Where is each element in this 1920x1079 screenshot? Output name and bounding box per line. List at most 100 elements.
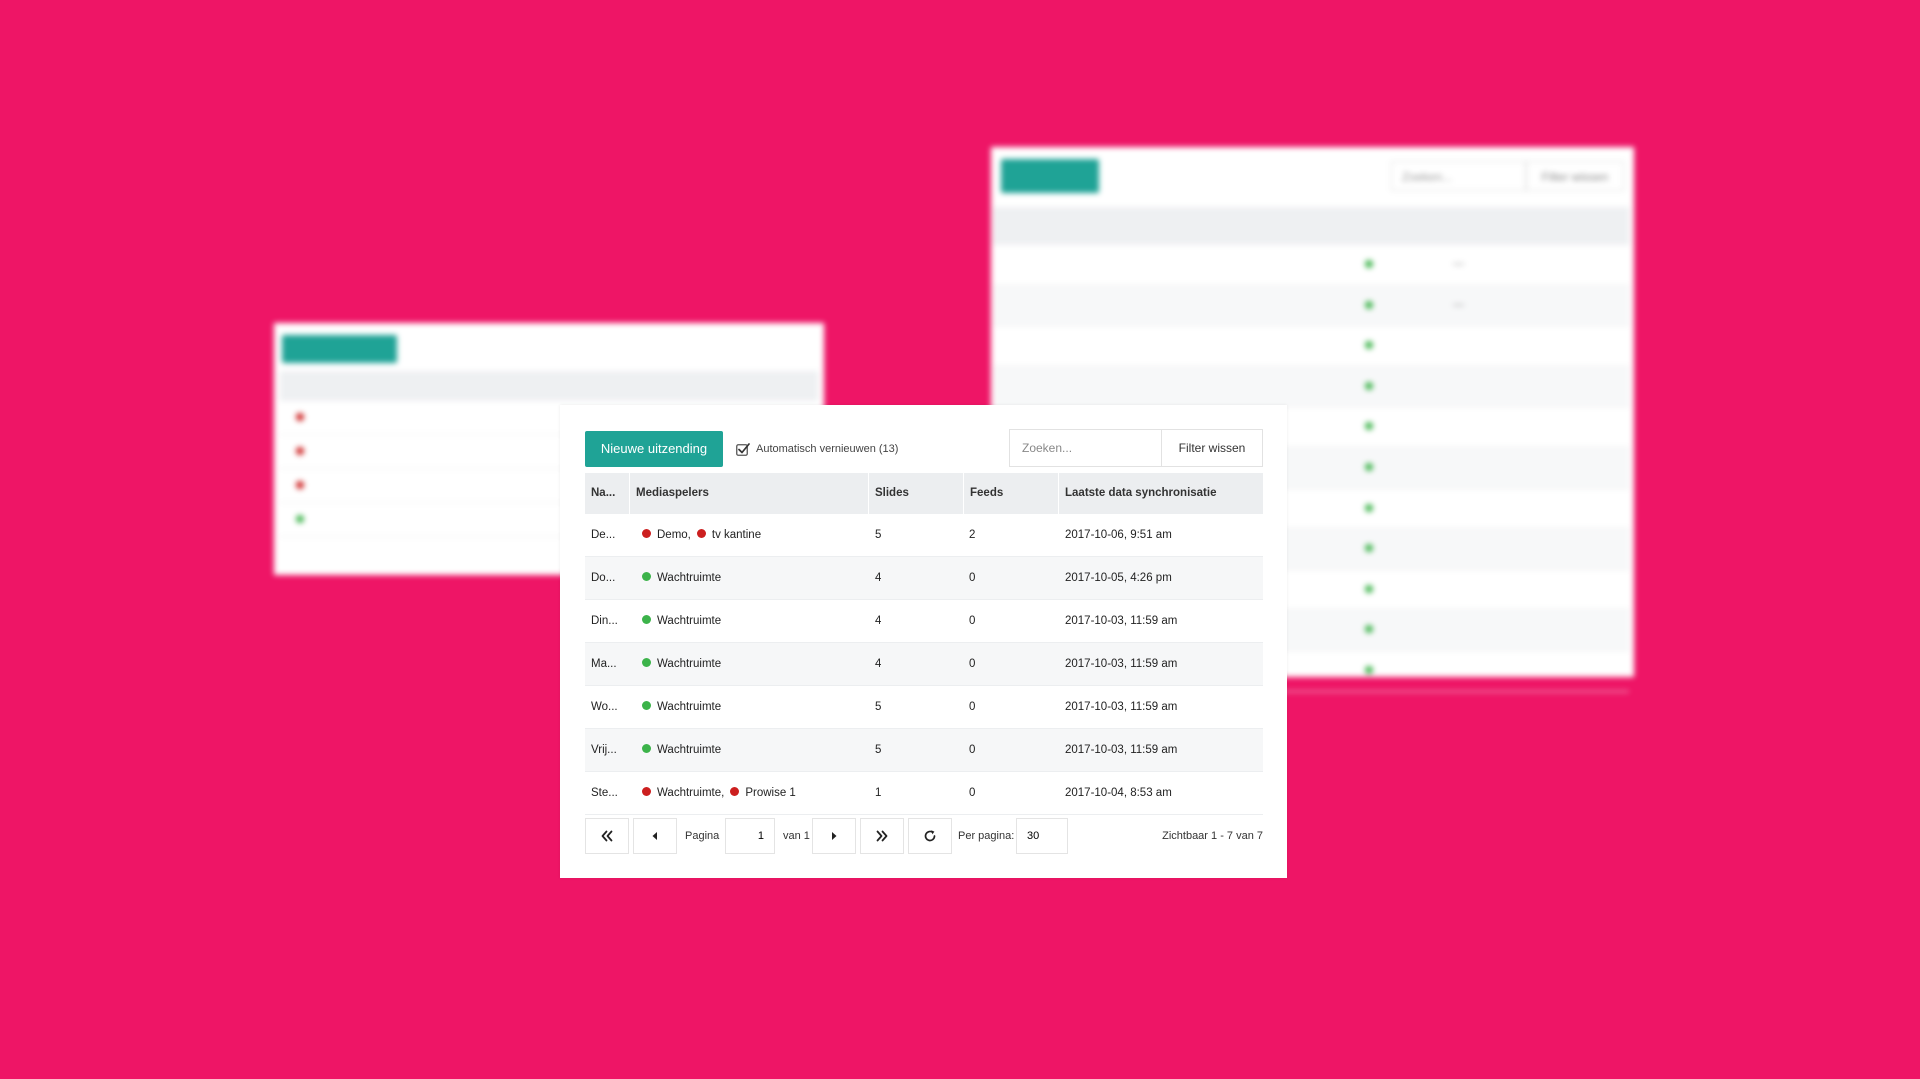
cell-last-sync: 2017-10-03, 11:59 am <box>1065 658 1178 670</box>
page-number-input[interactable] <box>725 818 775 854</box>
column-header-name[interactable]: Na... <box>585 473 630 514</box>
column-header-feeds[interactable]: Feeds <box>964 473 1059 514</box>
search-input[interactable] <box>1009 429 1161 467</box>
cell-slides: 4 <box>875 572 882 584</box>
blurred-row <box>993 326 1629 367</box>
cell-mediaplayers: Wachtruimte <box>642 729 721 771</box>
status-dot-icon <box>642 572 651 582</box>
status-dot-icon <box>296 481 304 489</box>
mediaplayer-label: Wachtruimte <box>657 615 722 627</box>
next-page-button[interactable] <box>812 818 856 854</box>
visible-range-text: Zichtbaar 1 - 7 van 7 <box>1162 830 1263 842</box>
mediaplayer-label: Wachtruimte <box>657 572 722 584</box>
cell-slides: 4 <box>875 615 882 627</box>
column-header-last-sync[interactable]: Laatste data synchronisatie <box>1059 473 1263 514</box>
blurred-search-input: Zoeken... <box>1391 161 1526 191</box>
mediaplayer-label: Wachtruimte <box>657 658 722 670</box>
cell-feeds: 0 <box>969 744 976 756</box>
mediaplayer-label: tv kantine <box>711 529 762 541</box>
table-row[interactable]: Do... Wachtruimte 4 0 2017-10-05, 4:26 pm <box>585 557 1263 600</box>
blurred-sync-cell: — <box>1453 258 1464 270</box>
status-dot-icon <box>1365 300 1373 309</box>
status-dot-icon <box>1365 260 1373 268</box>
table-row[interactable]: Vrij... Wachtruimte 5 0 2017-10-03, 11:59 am <box>585 729 1263 772</box>
caret-right-icon <box>832 832 837 840</box>
table-row[interactable]: Ste... Wachtruimte, Prowise 1 1 0 2017-10-04,… <box>585 772 1263 815</box>
cell-name: Ma... <box>591 658 617 670</box>
cell-slides: 5 <box>875 744 882 756</box>
cell-feeds: 0 <box>969 658 976 670</box>
status-dot-icon <box>1365 503 1373 512</box>
table-body: De... Demo, tv kantine 5 2 2017-10-06, 9:51 a… <box>585 514 1263 815</box>
previous-page-button[interactable] <box>633 818 677 854</box>
status-dot-icon <box>1365 625 1373 634</box>
status-dot-icon <box>296 413 304 421</box>
cell-mediaplayers: Wachtruimte <box>642 686 721 728</box>
status-dot-icon <box>1365 544 1373 553</box>
status-dot-icon <box>696 529 706 539</box>
checkbox-checked-icon[interactable] <box>736 442 750 456</box>
cell-name: Wo... <box>591 701 618 713</box>
cell-feeds: 0 <box>969 787 976 799</box>
cell-last-sync: 2017-10-06, 9:51 am <box>1065 529 1172 541</box>
status-dot-icon <box>642 529 651 539</box>
status-dot-icon <box>1365 665 1373 674</box>
cell-last-sync: 2017-10-03, 11:59 am <box>1065 701 1178 713</box>
cell-mediaplayers: Demo, tv kantine <box>642 514 761 556</box>
blurred-table-header <box>280 371 818 401</box>
per-page-label: Per pagina: <box>958 830 1015 842</box>
table-row[interactable]: De... Demo, tv kantine 5 2 2017-10-06, 9:51 a… <box>585 514 1263 557</box>
new-broadcast-button[interactable]: Nieuwe uitzending <box>585 431 723 467</box>
cell-slides: 5 <box>875 701 882 713</box>
cell-last-sync: 2017-10-03, 11:59 am <box>1065 744 1178 756</box>
cell-mediaplayers: Wachtruimte, Prowise 1 <box>642 772 796 814</box>
cell-slides: 4 <box>875 658 882 670</box>
auto-refresh-toggle[interactable]: Automatisch vernieuwen (13) <box>736 437 898 461</box>
cell-mediaplayers: Wachtruimte <box>642 557 721 599</box>
cell-name: De... <box>591 529 616 541</box>
table-row[interactable]: Din... Wachtruimte 4 0 2017-10-03, 11:59 am <box>585 600 1263 643</box>
status-dot-icon <box>730 787 740 797</box>
cell-feeds: 2 <box>969 529 976 541</box>
first-page-button[interactable] <box>585 818 629 854</box>
cell-slides: 1 <box>875 787 882 799</box>
status-dot-icon <box>296 515 304 523</box>
filter-clear-button[interactable]: Filter wissen <box>1161 429 1263 467</box>
refresh-button[interactable] <box>908 818 952 854</box>
status-dot-icon <box>642 787 651 797</box>
double-chevron-right-icon <box>876 830 888 842</box>
cell-name: Vrij... <box>591 744 617 756</box>
mediaplayer-label: Wachtruimte <box>657 744 722 756</box>
cell-last-sync: 2017-10-03, 11:59 am <box>1065 615 1178 627</box>
column-header-slides[interactable]: Slides <box>869 473 964 514</box>
pagination: Pagina van 1 Per pagina: Zichtbaar 1 - 7… <box>585 818 1263 854</box>
page-label: Pagina <box>685 830 720 842</box>
blurred-new-button <box>1001 159 1099 193</box>
per-page-input[interactable] <box>1016 818 1068 854</box>
status-dot-icon <box>296 447 304 455</box>
mediaplayer-label: Demo, <box>657 529 691 541</box>
cell-mediaplayers: Wachtruimte <box>642 600 721 642</box>
status-dot-icon <box>1365 341 1373 350</box>
table-row[interactable]: Wo... Wachtruimte 5 0 2017-10-03, 11:59 am <box>585 686 1263 729</box>
mediaplayer-label: Wachtruimte, <box>657 787 725 799</box>
cell-feeds: 0 <box>969 615 976 627</box>
status-dot-icon <box>1365 584 1373 593</box>
status-dot-icon <box>642 615 651 625</box>
blurred-new-button <box>282 335 397 363</box>
column-header-mediaplayers[interactable]: Mediaspelers <box>630 473 869 514</box>
blurred-filter-clear-button: Filter wissen <box>1526 161 1624 191</box>
cell-name: Din... <box>591 615 618 627</box>
status-dot-icon <box>1365 462 1373 471</box>
blurred-row: — <box>993 245 1629 286</box>
double-chevron-left-icon <box>601 830 613 842</box>
cell-name: Ste... <box>591 787 618 799</box>
status-dot-icon <box>1365 381 1373 390</box>
broadcasts-table: Na... Mediaspelers Slides Feeds Laatste … <box>585 473 1263 815</box>
page-of-label: van 1 <box>783 830 810 842</box>
mediaplayer-label: Wachtruimte <box>657 701 722 713</box>
cell-slides: 5 <box>875 529 882 541</box>
caret-left-icon <box>652 832 657 840</box>
last-page-button[interactable] <box>860 818 904 854</box>
table-row[interactable]: Ma... Wachtruimte 4 0 2017-10-03, 11:59 am <box>585 643 1263 686</box>
